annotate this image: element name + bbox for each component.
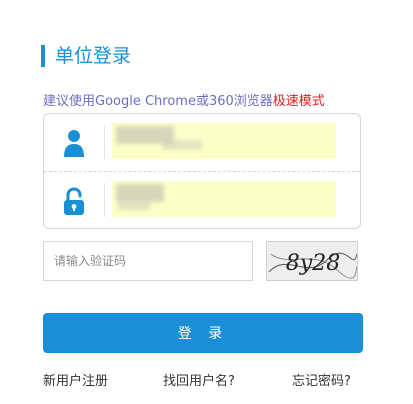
- register-link[interactable]: 新用户注册: [43, 373, 108, 391]
- browser-hint-text: 建议使用Google Chrome或360浏览器: [43, 94, 273, 109]
- title-accent-bar: [41, 45, 45, 67]
- username-redaction-2: [162, 140, 202, 150]
- lock-icon: [62, 187, 86, 217]
- user-icon: [62, 129, 86, 159]
- find-username-link[interactable]: 找回用户名?: [163, 373, 235, 391]
- username-separator: [104, 125, 105, 159]
- forgot-password-link[interactable]: 忘记密码?: [292, 373, 351, 391]
- page-title: 单位登录: [55, 45, 132, 67]
- browser-hint-highlight: 极速模式: [272, 94, 325, 109]
- password-row: [44, 172, 360, 229]
- password-redaction-2: [118, 200, 150, 210]
- captcha-input[interactable]: [43, 241, 253, 281]
- password-separator: [104, 183, 105, 217]
- captcha-text: 8y28: [286, 251, 340, 276]
- username-row: [44, 114, 360, 171]
- captcha-image[interactable]: 8y28: [266, 241, 358, 281]
- credentials-box: [43, 113, 361, 229]
- login-page: 单位登录 建议使用Google Chrome或360浏览器极速模式 请输入验证码…: [0, 0, 413, 404]
- browser-hint: 建议使用Google Chrome或360浏览器极速模式: [43, 93, 325, 111]
- login-button[interactable]: 登 录: [43, 313, 363, 353]
